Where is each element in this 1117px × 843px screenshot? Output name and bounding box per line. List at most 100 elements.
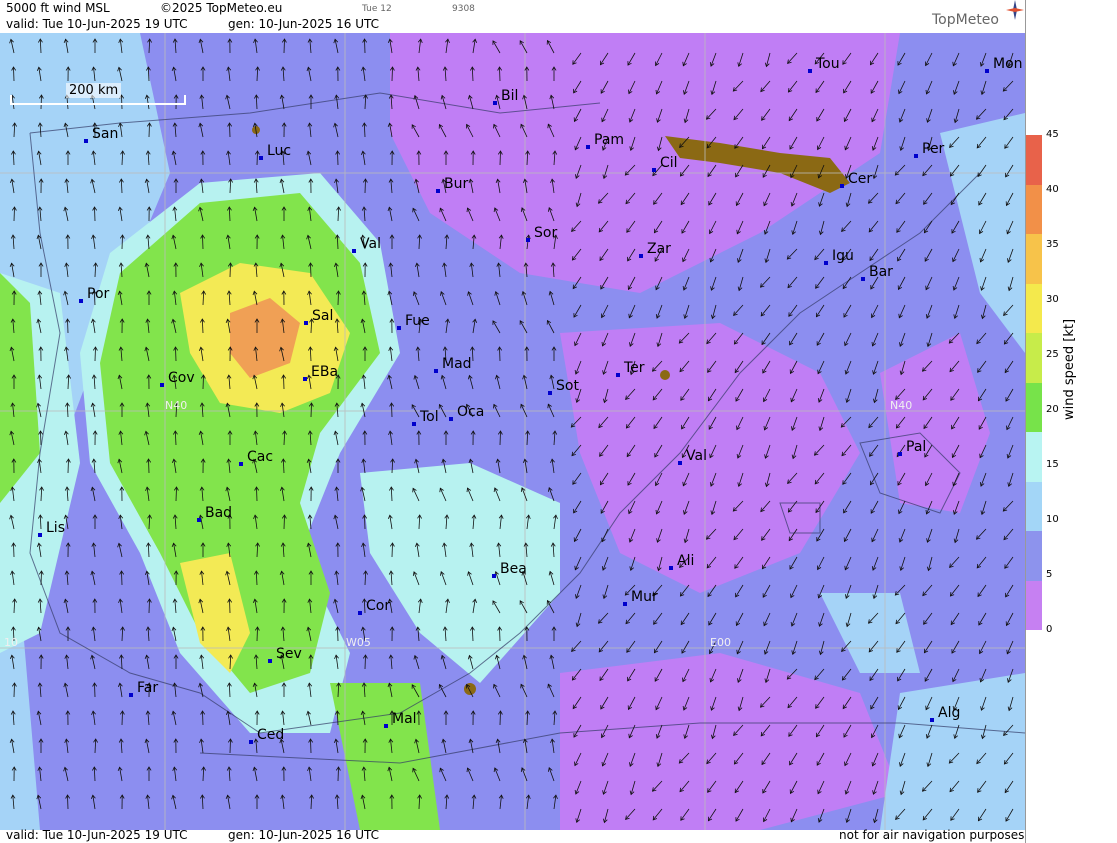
- city-pam[interactable]: Pam: [586, 132, 624, 149]
- wind-arrow: [283, 374, 285, 390]
- wind-arrow: [364, 38, 366, 54]
- wind-arrow: [40, 570, 42, 586]
- station-marker: [861, 277, 865, 281]
- wind-arrow: [229, 738, 231, 754]
- city-fue[interactable]: Fue: [397, 313, 430, 330]
- city-tou[interactable]: Tou: [808, 56, 840, 73]
- city-bar[interactable]: Bar: [861, 264, 893, 281]
- city-por[interactable]: Por: [79, 286, 109, 303]
- legend-swatch: [1026, 531, 1042, 581]
- city-lis[interactable]: Lis: [38, 520, 65, 537]
- city-sor[interactable]: Sor: [526, 225, 557, 242]
- city-bea[interactable]: Bea: [492, 561, 527, 578]
- city-cer[interactable]: Cer: [840, 171, 872, 188]
- city-sev[interactable]: Sev: [268, 646, 302, 663]
- city-ced[interactable]: Ced: [249, 727, 284, 744]
- station-marker: [358, 611, 362, 615]
- wind-arrow: [337, 290, 339, 306]
- city-far[interactable]: Far: [129, 680, 158, 697]
- wind-arrow: [391, 66, 393, 82]
- city-bad[interactable]: Bad: [197, 505, 232, 522]
- city-cov[interactable]: Cov: [160, 370, 195, 387]
- city-mal[interactable]: Mal: [384, 711, 417, 728]
- legend-swatch: [1026, 333, 1042, 383]
- wind-arrow: [256, 486, 258, 502]
- wind-arrow: [283, 38, 285, 54]
- city-luc[interactable]: Luc: [259, 143, 291, 160]
- city-mur[interactable]: Mur: [623, 589, 658, 606]
- station-marker: [397, 326, 401, 330]
- wind-arrow: [391, 402, 393, 418]
- wind-arrow: [337, 766, 339, 782]
- city-cil[interactable]: Cil: [652, 155, 678, 172]
- city-oca[interactable]: Oca: [449, 404, 484, 421]
- valid-time-footer: valid: Tue 10-Jun-2025 19 UTC: [6, 828, 188, 842]
- wind-arrow: [229, 262, 231, 278]
- city-igu[interactable]: Igu: [824, 248, 854, 265]
- city-tol[interactable]: Tol: [412, 409, 439, 426]
- legend-tick-label: 25: [1046, 349, 1059, 360]
- city-bur[interactable]: Bur: [436, 176, 468, 193]
- wind-arrow: [499, 150, 501, 166]
- station-marker: [84, 139, 88, 143]
- wind-arrow: [283, 514, 285, 530]
- gen-time-header: gen: 10-Jun-2025 16 UTC: [228, 17, 380, 31]
- station-marker: [303, 377, 307, 381]
- station-marker: [492, 574, 496, 578]
- legend-tick-label: 20: [1046, 404, 1059, 415]
- legend-tick-label: 45: [1046, 129, 1059, 140]
- station-marker: [930, 718, 934, 722]
- city-alg[interactable]: Alg: [930, 705, 960, 722]
- station-marker: [160, 383, 164, 387]
- station-marker: [436, 189, 440, 193]
- city-sot[interactable]: Sot: [548, 378, 579, 395]
- city-per[interactable]: Per: [914, 141, 944, 158]
- wind-arrow: [229, 598, 231, 614]
- wind-arrow: [40, 430, 42, 446]
- legend-tick-label: 35: [1046, 239, 1059, 250]
- city-ali[interactable]: Ali: [669, 553, 694, 570]
- city-bil[interactable]: Bil: [493, 88, 518, 105]
- legend-tick-label: 40: [1046, 184, 1059, 195]
- topmeteo-logo: TopMeteo: [932, 0, 1024, 28]
- wind-arrow: [94, 346, 96, 362]
- station-marker: [840, 184, 844, 188]
- wind-arrow: [202, 374, 204, 390]
- grid-label-w05: W05: [346, 636, 371, 649]
- city-pal[interactable]: Pal: [898, 439, 926, 456]
- station-marker: [352, 249, 356, 253]
- wind-arrow: [499, 66, 501, 82]
- station-marker: [304, 321, 308, 325]
- city-cor[interactable]: Cor: [358, 598, 390, 615]
- legend-swatch: [1026, 481, 1042, 531]
- wind-arrow: [499, 430, 501, 446]
- station-marker: [38, 533, 42, 537]
- wind-arrow: [13, 682, 15, 698]
- wind-map[interactable]: 200 km N40 N40 W05 E00 10 San Luc Bil Pa…: [0, 33, 1025, 830]
- wind-arrow: [310, 262, 312, 278]
- city-mad[interactable]: Mad: [434, 356, 472, 373]
- station-marker: [669, 566, 673, 570]
- grid-label-n40-east: N40: [890, 399, 913, 412]
- legend-swatch: [1026, 382, 1042, 432]
- station-marker: [616, 373, 620, 377]
- station-marker: [898, 452, 902, 456]
- city-cac[interactable]: Cac: [239, 449, 273, 466]
- city-val-east[interactable]: Val: [678, 448, 707, 465]
- legend-tick-label: 30: [1046, 294, 1059, 305]
- city-val-north[interactable]: Val: [352, 236, 381, 253]
- legend-swatch: [1026, 283, 1042, 333]
- logo-text: TopMeteo: [932, 12, 999, 28]
- legend-tick-label: 5: [1046, 569, 1053, 580]
- wind-arrow: [310, 402, 312, 418]
- city-san[interactable]: San: [84, 126, 118, 143]
- city-ter[interactable]: Ter: [616, 360, 645, 377]
- run-code: 9308: [452, 4, 475, 14]
- city-eba[interactable]: EBa: [303, 364, 338, 381]
- wind-arrow: [67, 458, 69, 474]
- city-zar[interactable]: Zar: [639, 241, 671, 258]
- city-sal[interactable]: Sal: [304, 308, 333, 325]
- valid-time-header: valid: Tue 10-Jun-2025 19 UTC: [6, 17, 188, 31]
- station-marker: [129, 693, 133, 697]
- city-mon[interactable]: Mon: [985, 56, 1023, 73]
